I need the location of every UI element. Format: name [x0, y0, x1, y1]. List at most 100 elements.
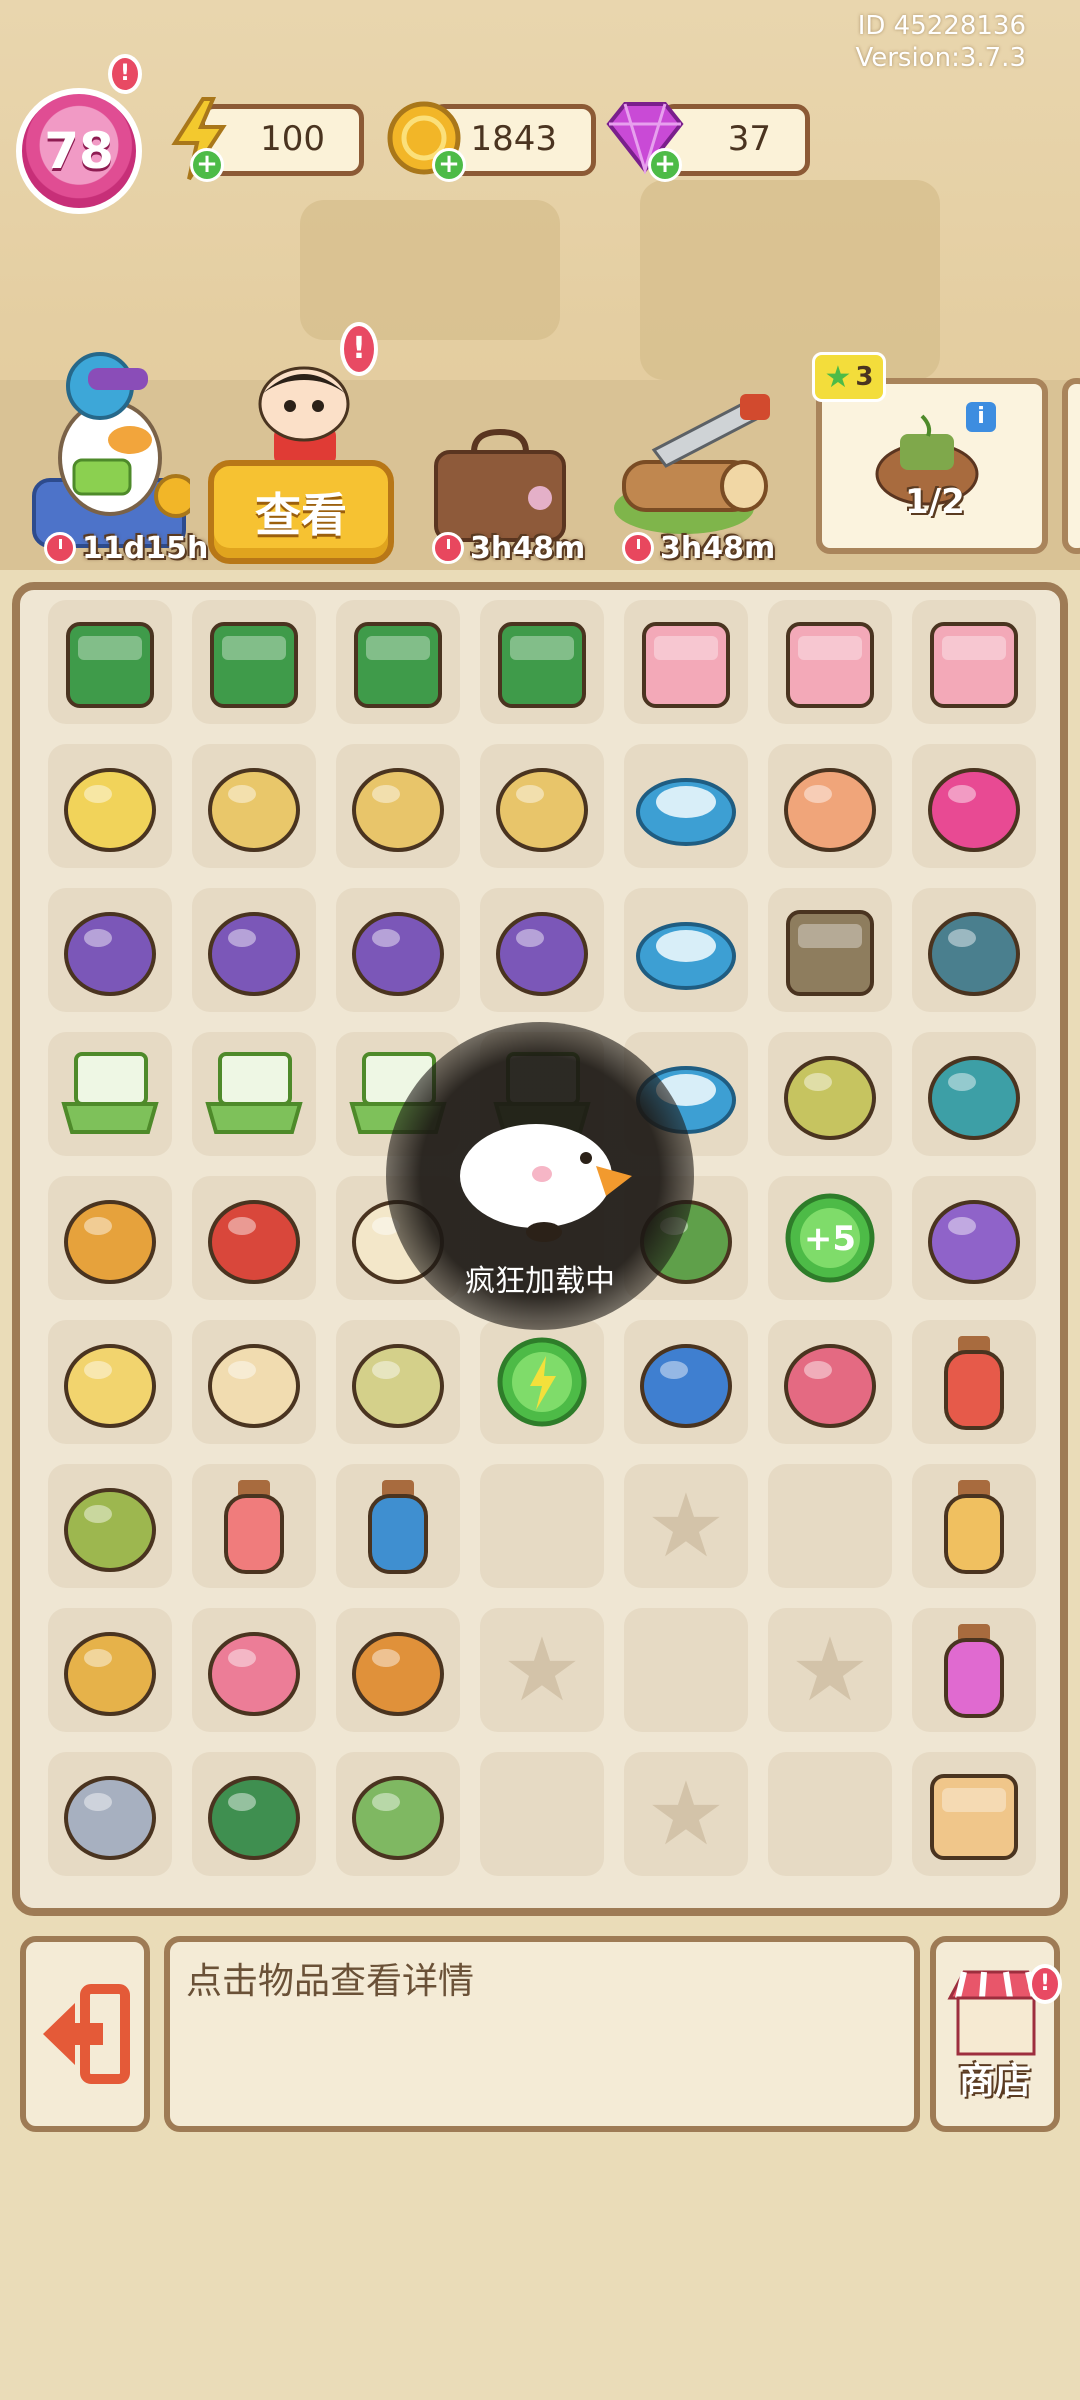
- board-cell[interactable]: [192, 1176, 316, 1300]
- board-cell[interactable]: [192, 1464, 316, 1588]
- board-cell[interactable]: [48, 1320, 172, 1444]
- board-cell[interactable]: [768, 744, 892, 868]
- shinchan-character[interactable]: [238, 356, 368, 466]
- board-cell[interactable]: [768, 888, 892, 1012]
- board-cell[interactable]: [48, 1464, 172, 1588]
- board-cell[interactable]: [480, 888, 604, 1012]
- toolbox-open-icon[interactable]: [198, 606, 310, 718]
- board-cell[interactable]: [192, 1320, 316, 1444]
- bundle-box-icon[interactable]: [342, 894, 454, 1006]
- board-cell[interactable]: [336, 888, 460, 1012]
- locked-star-cell[interactable]: [480, 1608, 604, 1732]
- board-cell[interactable]: [336, 600, 460, 724]
- luggage-cart-icon[interactable]: [198, 750, 310, 862]
- order-card[interactable]: [816, 378, 1048, 554]
- watering-can-icon[interactable]: [774, 1326, 886, 1438]
- board-cell[interactable]: [912, 1752, 1036, 1876]
- next-order-card[interactable]: [1062, 378, 1080, 554]
- board-cell[interactable]: [624, 1320, 748, 1444]
- fridge-small-icon[interactable]: [630, 606, 742, 718]
- board-cell[interactable]: +5: [768, 1176, 892, 1300]
- small-bottle-icon[interactable]: [918, 1470, 1030, 1582]
- battery-icon[interactable]: [342, 1470, 454, 1582]
- potion-bottle-icon[interactable]: [198, 1470, 310, 1582]
- pink-watering-can-icon[interactable]: [198, 1614, 310, 1726]
- handle-bar-icon[interactable]: [198, 1758, 310, 1870]
- board-cell[interactable]: [624, 888, 748, 1012]
- cosmetics-box-icon[interactable]: [774, 750, 886, 862]
- coin-plus-button[interactable]: +: [432, 148, 466, 182]
- bundle-box-icon[interactable]: [486, 894, 598, 1006]
- fridge-large-icon[interactable]: [918, 606, 1030, 718]
- board-cell[interactable]: [192, 744, 316, 868]
- gem-plus-button[interactable]: +: [648, 148, 682, 182]
- board-cell[interactable]: [768, 1320, 892, 1444]
- board-cell[interactable]: [192, 888, 316, 1012]
- energy-orb-icon[interactable]: [486, 1326, 598, 1438]
- board-cell[interactable]: [912, 888, 1036, 1012]
- board-cell[interactable]: [48, 600, 172, 724]
- board-cell[interactable]: [624, 1608, 748, 1732]
- board-cell[interactable]: [624, 600, 748, 724]
- locked-star-cell[interactable]: [624, 1752, 748, 1876]
- plant-pot-sprout-icon[interactable]: [342, 750, 454, 862]
- board-cell[interactable]: [480, 1320, 604, 1444]
- order-info-icon[interactable]: i: [966, 402, 996, 432]
- board-cell[interactable]: [768, 600, 892, 724]
- board-cell[interactable]: [912, 744, 1036, 868]
- rolled-mat-icon[interactable]: [342, 1326, 454, 1438]
- shopping-cart-headphones-icon[interactable]: [54, 750, 166, 862]
- cat-snail-icon[interactable]: [54, 1758, 166, 1870]
- board-cell[interactable]: [912, 1608, 1036, 1732]
- board-cell[interactable]: [480, 744, 604, 868]
- pink-backpack-icon[interactable]: [918, 750, 1030, 862]
- fridge-medium-icon[interactable]: [774, 606, 886, 718]
- energy-plus-button[interactable]: +: [190, 148, 224, 182]
- bread-dough-icon[interactable]: [198, 1326, 310, 1438]
- board-cell[interactable]: [480, 1464, 604, 1588]
- logs-saw-generator[interactable]: [604, 392, 780, 542]
- board-cell[interactable]: [192, 1608, 316, 1732]
- board-cell[interactable]: [912, 1032, 1036, 1156]
- board-cell[interactable]: [768, 1752, 892, 1876]
- board-cell[interactable]: [768, 1032, 892, 1156]
- board-cell[interactable]: [48, 1752, 172, 1876]
- shop-button[interactable]: ! 商店: [930, 1936, 1062, 2132]
- laptop-icon[interactable]: [198, 1038, 310, 1150]
- lavender-basket-icon[interactable]: [918, 1182, 1030, 1294]
- board-cell[interactable]: [192, 1032, 316, 1156]
- spray-bottle-icon[interactable]: [918, 1326, 1030, 1438]
- toolbox-tools-icon[interactable]: [342, 606, 454, 718]
- laptop-icon[interactable]: [54, 1038, 166, 1150]
- locked-star-cell[interactable]: [624, 1464, 748, 1588]
- toolbox-full-icon[interactable]: [486, 606, 598, 718]
- locked-star-cell[interactable]: [768, 1608, 892, 1732]
- board-cell[interactable]: [912, 600, 1036, 724]
- cabinet-icon[interactable]: [774, 894, 886, 1006]
- empty-pot-icon[interactable]: [486, 750, 598, 862]
- board-cell[interactable]: [48, 1176, 172, 1300]
- snail-bread-icon[interactable]: [54, 1614, 166, 1726]
- door-key-icon[interactable]: [198, 1182, 310, 1294]
- duck-shopping-cart-icon[interactable]: [54, 1326, 166, 1438]
- level-badge[interactable]: 78: [16, 88, 142, 214]
- board-cell[interactable]: [480, 600, 604, 724]
- board-cell[interactable]: [768, 1464, 892, 1588]
- board-cell[interactable]: [192, 1752, 316, 1876]
- board-cell[interactable]: [912, 1464, 1036, 1588]
- view-button[interactable]: 查看: [208, 460, 394, 564]
- board-cell[interactable]: [912, 1320, 1036, 1444]
- board-cell[interactable]: [336, 744, 460, 868]
- bundle-box-icon[interactable]: [54, 894, 166, 1006]
- bundle-box-icon[interactable]: [198, 894, 310, 1006]
- board-cell[interactable]: [336, 1464, 460, 1588]
- board-cell[interactable]: [336, 1320, 460, 1444]
- green-gloves-icon[interactable]: [342, 1758, 454, 1870]
- toolbox-closed-icon[interactable]: [54, 606, 166, 718]
- board-cell[interactable]: [48, 1032, 172, 1156]
- robot-vacuum-large-icon[interactable]: [630, 894, 742, 1006]
- flower-basket-icon[interactable]: [54, 1182, 166, 1294]
- board-cell[interactable]: [336, 1752, 460, 1876]
- pink-potion-icon[interactable]: [918, 1614, 1030, 1726]
- board-cell[interactable]: [192, 600, 316, 724]
